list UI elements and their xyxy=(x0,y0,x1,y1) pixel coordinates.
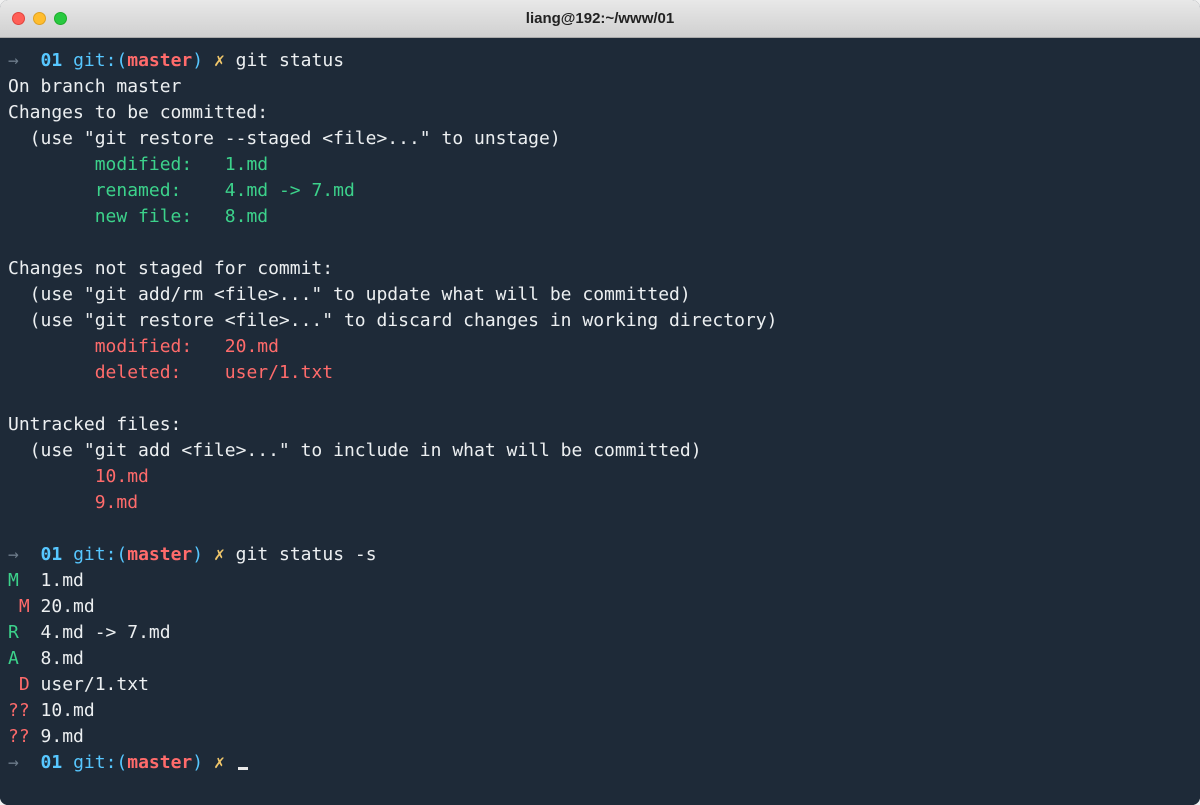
short-y-6: ? xyxy=(19,726,30,747)
short-x-4 xyxy=(8,674,19,695)
staged-file-2: 8.md xyxy=(225,206,268,227)
short-x-0: M xyxy=(8,570,19,591)
short-file-1: 20.md xyxy=(41,596,95,617)
short-y-2 xyxy=(19,622,30,643)
unstaged-label-1: deleted: xyxy=(95,362,182,383)
command-1: git status xyxy=(236,50,344,71)
short-file-2: 4.md -> 7.md xyxy=(41,622,171,643)
prompt-git-close: ) xyxy=(192,752,203,773)
short-y-0 xyxy=(19,570,30,591)
untracked-header: Untracked files: xyxy=(8,414,181,435)
prompt-git-label: git:( xyxy=(73,50,127,71)
command-2: git status -s xyxy=(236,544,377,565)
prompt-git-close: ) xyxy=(192,50,203,71)
untracked-file-1: 9.md xyxy=(95,492,138,513)
minimize-icon[interactable] xyxy=(33,12,46,25)
short-y-1: M xyxy=(19,596,30,617)
staged-file-0: 1.md xyxy=(225,154,268,175)
prompt-arrow-icon: → xyxy=(8,544,19,565)
short-y-3 xyxy=(19,648,30,669)
prompt-arrow-icon: → xyxy=(8,752,19,773)
terminal-window: liang@192:~/www/01 → 01 git:(master) ✗ g… xyxy=(0,0,1200,805)
unstaged-hint-1: (use "git add/rm <file>..." to update wh… xyxy=(8,284,691,305)
unstaged-file-0: 20.md xyxy=(225,336,279,357)
short-x-3: A xyxy=(8,648,19,669)
staged-label-2: new file: xyxy=(95,206,193,227)
cursor-icon xyxy=(238,767,248,770)
short-y-5: ? xyxy=(19,700,30,721)
unstaged-header: Changes not staged for commit: xyxy=(8,258,333,279)
staged-label-0: modified: xyxy=(95,154,193,175)
short-file-4: user/1.txt xyxy=(41,674,149,695)
short-file-5: 10.md xyxy=(41,700,95,721)
prompt-dirty-icon: ✗ xyxy=(214,50,225,71)
short-x-6: ? xyxy=(8,726,19,747)
short-file-6: 9.md xyxy=(41,726,84,747)
window-title: liang@192:~/www/01 xyxy=(526,10,674,27)
maximize-icon[interactable] xyxy=(54,12,67,25)
prompt-arrow-icon: → xyxy=(8,50,19,71)
prompt-dirty-icon: ✗ xyxy=(214,544,225,565)
prompt-branch: master xyxy=(127,752,192,773)
prompt-dirty-icon: ✗ xyxy=(214,752,225,773)
titlebar: liang@192:~/www/01 xyxy=(0,0,1200,38)
prompt-git-close: ) xyxy=(192,544,203,565)
prompt-branch: master xyxy=(127,544,192,565)
prompt-dir: 01 xyxy=(41,752,63,773)
untracked-hint: (use "git add <file>..." to include in w… xyxy=(8,440,702,461)
prompt-git-label: git:( xyxy=(73,544,127,565)
staged-label-1: renamed: xyxy=(95,180,182,201)
short-file-3: 8.md xyxy=(41,648,84,669)
staged-header: Changes to be committed: xyxy=(8,102,268,123)
short-x-1 xyxy=(8,596,19,617)
staged-hint: (use "git restore --staged <file>..." to… xyxy=(8,128,561,149)
unstaged-label-0: modified: xyxy=(95,336,193,357)
branch-line: On branch master xyxy=(8,76,181,97)
prompt-branch: master xyxy=(127,50,192,71)
short-x-5: ? xyxy=(8,700,19,721)
short-y-4: D xyxy=(19,674,30,695)
prompt-dir: 01 xyxy=(41,50,63,71)
prompt-dir: 01 xyxy=(41,544,63,565)
staged-file-1: 4.md -> 7.md xyxy=(225,180,355,201)
short-file-0: 1.md xyxy=(41,570,84,591)
short-x-2: R xyxy=(8,622,19,643)
terminal-body[interactable]: → 01 git:(master) ✗ git status On branch… xyxy=(0,38,1200,805)
close-icon[interactable] xyxy=(12,12,25,25)
unstaged-file-1: user/1.txt xyxy=(225,362,333,383)
unstaged-hint-2: (use "git restore <file>..." to discard … xyxy=(8,310,777,331)
prompt-git-label: git:( xyxy=(73,752,127,773)
untracked-file-0: 10.md xyxy=(95,466,149,487)
traffic-lights xyxy=(12,12,67,25)
